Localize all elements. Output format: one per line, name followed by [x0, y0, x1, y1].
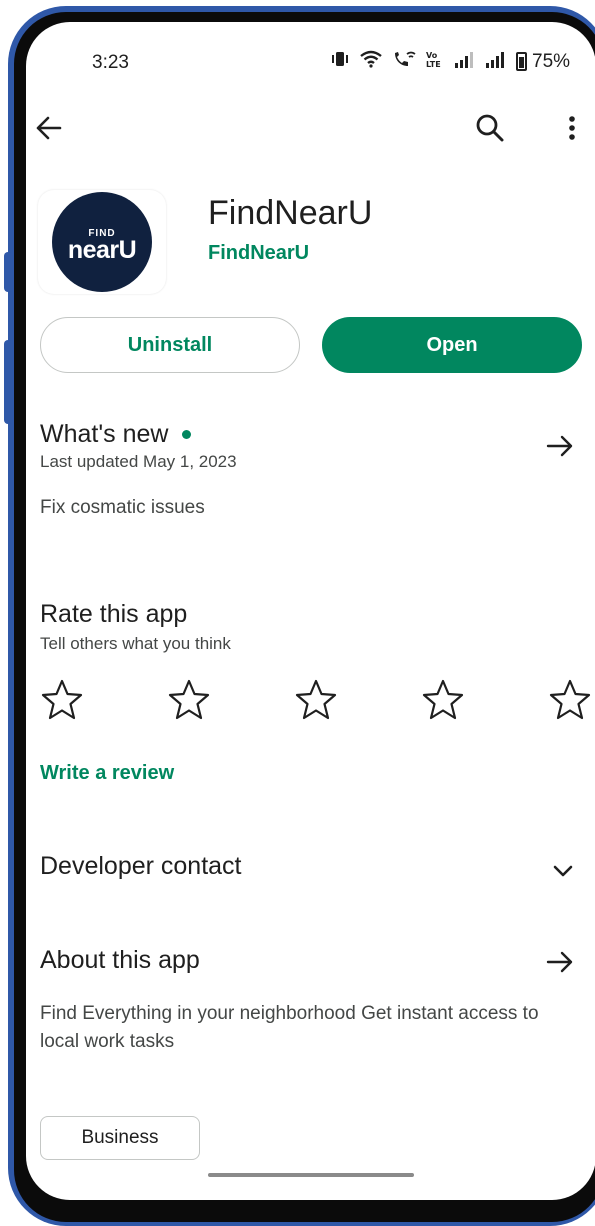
search-button[interactable]: [472, 110, 508, 146]
whats-new-header[interactable]: What's new: [40, 420, 192, 449]
star-4-icon[interactable]: [421, 678, 465, 720]
write-review-link[interactable]: Write a review: [40, 762, 174, 785]
more-options-button[interactable]: [562, 110, 582, 146]
whats-new-title: What's new: [40, 420, 169, 448]
uninstall-button[interactable]: Uninstall: [40, 317, 300, 373]
vibrate-icon: [330, 50, 350, 73]
arrow-right-icon: [546, 435, 573, 457]
search-icon: [476, 114, 504, 142]
star-3-icon[interactable]: [294, 678, 338, 720]
category-chip[interactable]: Business: [40, 1116, 200, 1160]
rate-subtitle: Tell others what you think: [40, 634, 231, 653]
power-button: [4, 340, 13, 424]
app-icon: FIND nearU: [38, 190, 166, 294]
screen: 3:23 Vo LTE 75% FIND nearU FindNearU Fin…: [26, 22, 595, 1200]
whats-new-arrow-button[interactable]: [544, 430, 576, 462]
developer-link[interactable]: FindNearU: [208, 242, 309, 265]
status-time: 3:23: [92, 52, 129, 73]
volume-button: [4, 252, 13, 292]
developer-contact-expand[interactable]: [548, 856, 578, 886]
back-arrow-icon: [36, 116, 62, 140]
status-icons: Vo LTE 75%: [330, 50, 570, 73]
volte-icon: Vo LTE: [425, 50, 445, 73]
about-body: Find Everything in your neighborhood Get…: [40, 1003, 539, 1052]
battery-icon: [516, 52, 527, 71]
star-2-icon[interactable]: [167, 678, 211, 720]
open-button[interactable]: Open: [322, 317, 582, 373]
signal-icon: [485, 50, 507, 73]
more-vert-icon: [569, 116, 575, 140]
home-indicator[interactable]: [208, 1173, 414, 1177]
arrow-right-icon: [546, 951, 573, 973]
new-indicator-dot: [182, 430, 192, 439]
svg-text:LTE: LTE: [426, 60, 441, 68]
signal-icon: [454, 50, 476, 73]
app-name: FindNearU: [208, 194, 373, 232]
developer-contact-title[interactable]: Developer contact: [40, 852, 242, 881]
svg-text:Vo: Vo: [426, 51, 438, 60]
battery-percent: 75%: [532, 50, 571, 72]
last-updated: Last updated May 1, 2023: [40, 452, 237, 471]
rate-title: Rate this app: [40, 600, 188, 628]
app-icon-logo-main: nearU: [67, 236, 137, 264]
whats-new-body: Fix cosmatic issues: [40, 497, 205, 518]
star-rating: [40, 678, 592, 720]
about-title[interactable]: About this app: [40, 946, 200, 975]
wifi-icon: [359, 50, 383, 73]
wifi-calling-icon: [392, 50, 416, 73]
about-arrow-button[interactable]: [544, 946, 576, 978]
chevron-down-icon: [553, 865, 573, 877]
star-5-icon[interactable]: [548, 678, 592, 720]
back-button[interactable]: [30, 108, 70, 148]
star-1-icon[interactable]: [40, 678, 84, 720]
